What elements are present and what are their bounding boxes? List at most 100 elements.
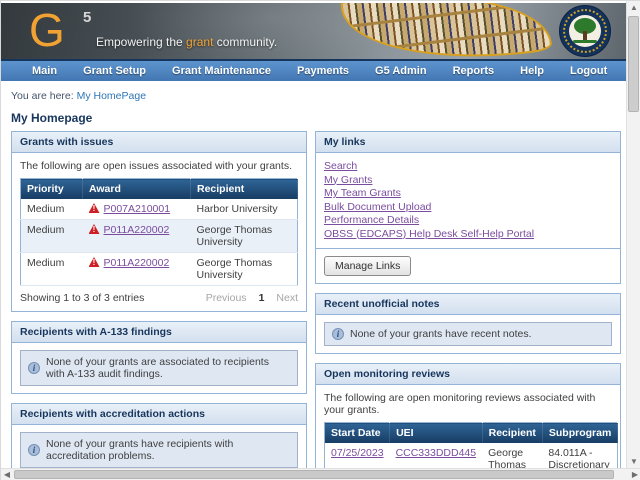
- warning-icon: [89, 257, 100, 267]
- subprogram-cell: 84.011A - Discretionary Training Testing: [542, 443, 617, 469]
- table-header-row: Start Date UEI Recipient Subprogram: [325, 423, 618, 444]
- info-icon: [28, 362, 40, 374]
- recipient-cell: George Thomas University: [191, 220, 298, 253]
- link-bulk-document-upload[interactable]: Bulk Document Upload: [324, 201, 431, 215]
- department-of-education-seal-icon: [559, 5, 611, 57]
- previous-page-button[interactable]: Previous: [206, 292, 247, 304]
- priority-cell: Medium: [21, 253, 83, 286]
- column-header-award: Award: [83, 179, 191, 200]
- seal-ground: [573, 40, 597, 43]
- nav-item-payments[interactable]: Payments: [284, 65, 362, 77]
- column-header-priority: Priority: [21, 179, 83, 200]
- nav-item-help[interactable]: Help: [507, 65, 557, 77]
- scroll-left-arrow-icon[interactable]: ◀: [1, 469, 13, 480]
- link-my-team-grants[interactable]: My Team Grants: [324, 187, 401, 201]
- nav-item-grant-maintenance[interactable]: Grant Maintenance: [159, 65, 284, 77]
- panel-body: Search My Grants My Team Grants Bulk Doc…: [316, 153, 620, 283]
- nav-item-logout[interactable]: Logout: [557, 65, 620, 77]
- nav-item-reports[interactable]: Reports: [440, 65, 508, 77]
- award-link[interactable]: P011A220002: [104, 257, 170, 269]
- browser-viewport: G 5 Empowering the grant community. Main: [0, 0, 640, 480]
- header-banner: G 5 Empowering the grant community.: [1, 3, 627, 59]
- panel-grants-with-issues: Grants with issues The following are ope…: [11, 131, 307, 312]
- column-header-uei: UEI: [390, 423, 483, 444]
- priority-cell: Medium: [21, 220, 83, 253]
- nav-item-grant-setup[interactable]: Grant Setup: [70, 65, 159, 77]
- panel-body: None of your grants have recent notes.: [316, 315, 620, 353]
- g5-logo-superscript: 5: [83, 9, 91, 26]
- column-header-start-date: Start Date: [325, 423, 390, 444]
- breadcrumb: You are here: My HomePage: [1, 81, 627, 102]
- recipient-cell: George Thomas University: [482, 443, 542, 469]
- vertical-scrollbar[interactable]: ▲ ▼: [626, 1, 640, 469]
- link-my-grants[interactable]: My Grants: [324, 174, 372, 188]
- panel-body: None of your grants have recipients with…: [12, 425, 306, 469]
- panel-body: The following are open issues associated…: [12, 153, 306, 311]
- scroll-down-arrow-icon[interactable]: ▼: [627, 455, 640, 469]
- link-performance-details[interactable]: Performance Details: [324, 214, 419, 228]
- page-number-1[interactable]: 1: [259, 292, 265, 304]
- award-cell: P011A220002: [83, 220, 191, 253]
- panel-recent-notes: Recent unofficial notes None of your gra…: [315, 293, 621, 354]
- award-link[interactable]: P007A210001: [104, 203, 171, 215]
- info-message-box: None of your grants have recent notes.: [324, 322, 612, 346]
- main-navigation: Main Grant Setup Grant Maintenance Payme…: [1, 59, 627, 81]
- warning-icon: [89, 203, 100, 213]
- start-date-link[interactable]: 07/25/2023: [331, 447, 384, 459]
- next-page-button[interactable]: Next: [276, 292, 298, 304]
- panel-accreditation-actions: Recipients with accreditation actions No…: [11, 403, 307, 469]
- page-content: G 5 Empowering the grant community. Main: [1, 1, 627, 469]
- warning-icon: [89, 224, 100, 234]
- panel-title: Open monitoring reviews: [316, 364, 620, 385]
- two-column-layout: Grants with issues The following are ope…: [1, 131, 627, 469]
- tagline-highlight: grant: [186, 35, 213, 49]
- nav-item-main[interactable]: Main: [19, 65, 70, 77]
- info-icon: [28, 444, 40, 456]
- panel-description: The following are open monitoring review…: [324, 392, 612, 416]
- award-link[interactable]: P011A220002: [104, 224, 170, 236]
- library-bookshelf-image: [340, 3, 552, 59]
- info-message-box: None of your grants are associated to re…: [20, 350, 298, 386]
- start-date-cell: 07/25/2023: [325, 443, 390, 469]
- panel-title: Recipients with accreditation actions: [12, 404, 306, 425]
- scroll-up-arrow-icon[interactable]: ▲: [627, 1, 640, 15]
- links-divider: [316, 248, 620, 249]
- award-cell: P007A210001: [83, 199, 191, 220]
- column-header-subprogram: Subprogram: [542, 423, 617, 444]
- panel-body: None of your grants are associated to re…: [12, 343, 306, 393]
- nav-item-g5-admin[interactable]: G5 Admin: [362, 65, 440, 77]
- table-row: 07/25/2023 CCC333DDD445 George Thomas Un…: [325, 443, 618, 469]
- column-header-recipient: Recipient: [482, 423, 542, 444]
- right-column: My links Search My Grants My Team Grants…: [315, 131, 621, 469]
- left-column: Grants with issues The following are ope…: [11, 131, 307, 469]
- recipient-cell: Harbor University: [191, 199, 298, 220]
- page-title: My Homepage: [11, 111, 617, 125]
- priority-cell: Medium: [21, 199, 83, 220]
- uei-cell: CCC333DDD445: [390, 443, 483, 469]
- tagline: Empowering the grant community.: [96, 35, 277, 49]
- link-obss-help-desk[interactable]: OBSS (EDCAPS) Help Desk Self-Help Portal: [324, 228, 534, 242]
- panel-description: The following are open issues associated…: [20, 160, 298, 172]
- info-message-box: None of your grants have recipients with…: [20, 432, 298, 468]
- vertical-scrollbar-thumb[interactable]: [628, 16, 639, 112]
- info-message: None of your grants have recent notes.: [350, 328, 532, 340]
- table-header-row: Priority Award Recipient: [21, 179, 298, 200]
- info-message: None of your grants are associated to re…: [46, 356, 290, 380]
- link-search[interactable]: Search: [324, 160, 357, 174]
- column-header-recipient: Recipient: [191, 179, 298, 200]
- horizontal-scrollbar[interactable]: ◀ ▶: [1, 468, 640, 480]
- breadcrumb-link-my-homepage[interactable]: My HomePage: [77, 90, 146, 102]
- monitoring-reviews-table: Start Date UEI Recipient Subprogram 07/2…: [324, 422, 618, 469]
- table-row: Medium P011A220002 George Thomas Univers…: [21, 253, 298, 286]
- manage-links-button[interactable]: Manage Links: [324, 256, 411, 276]
- table-row: Medium P011A220002 George Thomas Univers…: [21, 220, 298, 253]
- scroll-right-arrow-icon[interactable]: ▶: [629, 469, 640, 480]
- info-message: None of your grants have recipients with…: [46, 438, 290, 462]
- horizontal-scrollbar-thumb[interactable]: [14, 470, 614, 479]
- breadcrumb-prefix: You are here:: [11, 90, 77, 102]
- seal-text-ring: [563, 9, 607, 53]
- bookshelf-shelf-line: [345, 3, 545, 28]
- uei-link[interactable]: CCC333DDD445: [396, 447, 477, 459]
- my-links-list: Search My Grants My Team Grants Bulk Doc…: [324, 160, 612, 241]
- panel-body: The following are open monitoring review…: [316, 385, 620, 469]
